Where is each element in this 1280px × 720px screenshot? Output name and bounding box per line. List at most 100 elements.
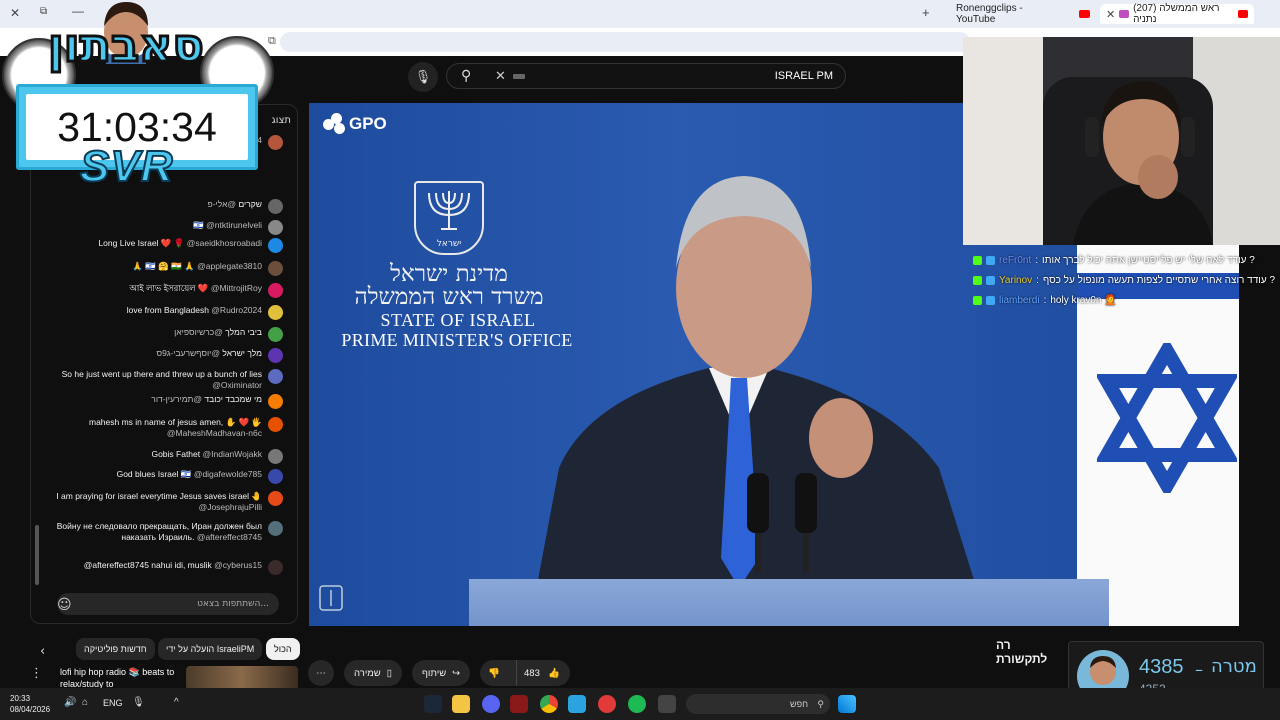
chat-scrollbar[interactable] — [35, 525, 39, 585]
url-field[interactable] — [280, 32, 970, 52]
twitch-chat-line: liamberdi: holy krav0n 🧑‍🦰 — [973, 295, 1117, 306]
avatar[interactable] — [268, 348, 283, 363]
save-button[interactable]: שמירה ▯ — [344, 660, 402, 686]
chip-all[interactable]: הכול — [266, 638, 300, 660]
task-view-icon[interactable] — [658, 695, 676, 713]
chip-uploaded-by[interactable]: הועלה על ידי IsraeliPM — [158, 638, 263, 660]
chat-author[interactable]: @aftereffect8745 — [197, 532, 262, 542]
recommended-title[interactable]: lofi hip hop radio 📚 beats to relax/stud… — [60, 666, 182, 690]
chrome-icon[interactable] — [540, 695, 558, 713]
chat-message: love from Bangladesh @Rudro2024 — [52, 305, 283, 320]
search-icon[interactable]: ⚲ — [461, 68, 471, 84]
chat-author[interactable]: @IndianWojakk — [203, 449, 263, 459]
avatar[interactable] — [268, 469, 283, 484]
goal-target: 4385 — [1139, 656, 1184, 678]
more-vert-icon[interactable]: ⋮ — [30, 666, 43, 681]
taskbar-search[interactable]: חפש ⚲ — [686, 694, 830, 714]
avatar[interactable] — [268, 560, 283, 575]
tab-ronenggclips[interactable]: Ronenggclips - YouTube — [950, 3, 1096, 25]
avatar[interactable] — [268, 199, 283, 214]
chat-author[interactable]: @digafewolde785 — [194, 469, 262, 479]
like-count[interactable]: 483 — [524, 668, 540, 679]
share-button[interactable]: שיתוף ↪ — [412, 660, 471, 686]
language-indicator[interactable]: ENG — [103, 698, 123, 708]
chat-author[interactable]: @תמירעין-דור — [151, 394, 202, 404]
avatar[interactable] — [268, 135, 283, 150]
chat-author[interactable]: @ntktirunelveli — [206, 220, 262, 230]
volume-icon[interactable]: 🔊 — [64, 697, 76, 708]
recommended-thumbnail[interactable] — [186, 666, 298, 690]
new-tab-icon[interactable]: + — [922, 5, 930, 20]
chat-author[interactable]: @MaheshMadhavan-n6c — [167, 428, 262, 438]
avatar[interactable] — [268, 394, 283, 409]
tab-netanyahu[interactable]: ✕ (207) ראש הממשלה נתניה — [1100, 3, 1254, 25]
avatar[interactable] — [268, 261, 283, 276]
podium — [469, 579, 1109, 626]
chat-body: love from Bangladesh — [126, 305, 209, 315]
chevron-up-icon[interactable]: ^ — [174, 697, 179, 708]
chat-author[interactable]: @Rudro2024 — [211, 305, 262, 315]
chip-news-politics[interactable]: חדשות פוליטיקה — [76, 638, 155, 660]
network-icon[interactable]: ⌂ — [82, 697, 88, 708]
chat-author[interactable]: @Oximinator — [212, 380, 262, 390]
chat-author[interactable]: @cyberus15 — [214, 560, 262, 570]
avatar[interactable] — [268, 238, 283, 253]
chat-author[interactable]: @כרשיוספיאן — [174, 327, 223, 337]
twitch-message: עודד רוצה אחרי שתסיים לצפות תעשה מונפול … — [1042, 275, 1276, 286]
chat-author[interactable]: @MittrojitRoy — [211, 283, 262, 293]
chat-author[interactable]: @JosephrajuPilli — [199, 502, 262, 512]
avatar[interactable] — [268, 327, 283, 342]
voice-search-icon[interactable]: 🎙 — [408, 62, 438, 92]
app-icon[interactable] — [510, 695, 528, 713]
chat-body: @aftereffect8745 nahui idi, muslik — [83, 560, 212, 570]
spotify-icon[interactable] — [628, 695, 646, 713]
share-icon: ↪ — [452, 667, 461, 679]
more-actions-button[interactable]: ⋯ — [308, 660, 334, 686]
discord-icon[interactable] — [482, 695, 500, 713]
avatar[interactable] — [268, 220, 283, 235]
mic-muted-icon[interactable]: 🎙 — [132, 697, 145, 708]
clear-search-icon[interactable]: ✕ — [495, 69, 506, 84]
obs-icon[interactable] — [598, 695, 616, 713]
close-tab-icon[interactable]: ✕ — [1106, 8, 1115, 21]
sub-badge-icon — [986, 296, 995, 305]
telegram-icon[interactable] — [568, 695, 586, 713]
youtube-icon — [1238, 10, 1248, 18]
below-video-area: ‹ חדשות פוליטיקה הועלה על ידי IsraeliPM … — [0, 630, 1047, 690]
avatar[interactable] — [268, 449, 283, 464]
avatar[interactable] — [268, 491, 283, 506]
file-explorer-icon[interactable] — [452, 695, 470, 713]
avatar[interactable] — [268, 305, 283, 320]
chevron-left-icon[interactable]: ‹ — [40, 644, 45, 659]
avatar[interactable] — [268, 369, 283, 384]
chat-header[interactable]: תצוג — [272, 115, 291, 126]
chat-message: ביבי המלך @כרשיוספיאן — [52, 327, 283, 342]
chat-author[interactable]: @יוסףשרעבי-ג9ס — [157, 348, 220, 358]
chat-input[interactable]: השתתפות בצאט... — [57, 593, 279, 615]
youtube-icon — [1079, 10, 1090, 18]
chat-author[interactable]: @applegate3810 — [197, 261, 262, 271]
chat-author[interactable]: @saeidkhosroabadi — [187, 238, 262, 248]
start-icon[interactable] — [838, 695, 856, 713]
svr-label: SVR — [79, 141, 174, 192]
twitch-username: liamberdi — [999, 295, 1040, 306]
chat-message: I am praying for israel everytime Jesus … — [52, 491, 283, 513]
chat-message: @aftereffect8745 nahui idi, muslik @cybe… — [52, 560, 283, 575]
sub-badge-icon — [986, 276, 995, 285]
gpo-label: GPO — [349, 114, 387, 133]
chat-message-text: mahesh ms in name of jesus amen, ✋ ❤️ 🖐 … — [52, 417, 262, 439]
avatar[interactable] — [268, 283, 283, 298]
like-icon[interactable]: 👍 — [548, 668, 560, 679]
clock[interactable]: 20:33 08/04/2026 — [10, 693, 50, 715]
emblem-small-icon — [319, 585, 343, 611]
emoji-icon[interactable]: ☺ — [57, 597, 72, 613]
search-box[interactable]: ⚲ ✕ ISRAEL PM — [446, 63, 846, 89]
search-caret — [513, 74, 525, 79]
dislike-icon[interactable]: 👎 — [488, 668, 500, 679]
chat-message: আই লাভ ইসরায়েল ❤️ @MittrojitRoy — [52, 283, 283, 298]
search-input[interactable]: ISRAEL PM — [775, 70, 833, 82]
steam-icon[interactable] — [424, 695, 442, 713]
avatar[interactable] — [268, 417, 283, 432]
gpo-cloud-icon — [323, 113, 345, 135]
avatar[interactable] — [268, 521, 283, 536]
